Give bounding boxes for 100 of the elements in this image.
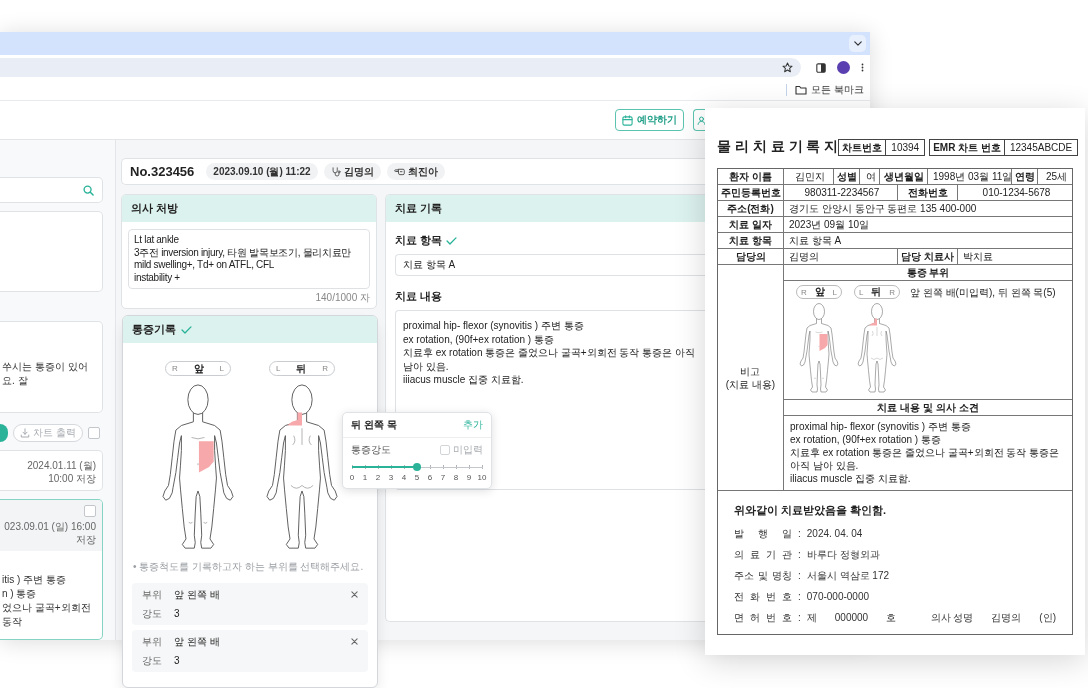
field-label: 성별 bbox=[834, 169, 860, 184]
field-value: 박치료 bbox=[962, 250, 994, 264]
calendar-icon bbox=[622, 114, 633, 126]
detail-value: 서울시 역삼로 172 bbox=[806, 569, 890, 582]
section-title: 통증 부위 bbox=[784, 265, 1072, 281]
field-value: 25세 bbox=[1044, 170, 1069, 184]
card-title: 의사 처방 bbox=[131, 201, 179, 216]
intensity-value: 3 bbox=[174, 654, 180, 667]
avatar-icon[interactable] bbox=[837, 61, 850, 74]
colon-text: : bbox=[798, 569, 801, 582]
detail-value: 2024. 04. 04 bbox=[806, 527, 863, 540]
pain-summary: 앞 왼쪽 배(미입력), 뒤 왼쪽 목(5) bbox=[910, 286, 1056, 299]
intensity-label: 통증강도 bbox=[351, 443, 391, 457]
site-label: 부위 bbox=[142, 588, 162, 601]
scale-label: 1 bbox=[361, 473, 369, 482]
pain-area bbox=[198, 441, 214, 473]
findings-text: proximal hip- flexor (synovitis ) 주변 통증 ex rotation, (90f+ex rotation ) 통증 치료후 ex rotation 통증은 줄었으나 굴곡+외회전 동작 통증은 아직 남아 있음. iliacus muscle 집중 치료함. bbox=[789, 420, 1061, 486]
field-label: 치료 항목 bbox=[395, 234, 442, 248]
history-card[interactable]: 2024.01.11 (월) 10:00 저장 bbox=[0, 450, 103, 491]
detail-label: 면 허 번 호 bbox=[734, 611, 792, 624]
memo-field[interactable] bbox=[0, 211, 103, 292]
person-button[interactable] bbox=[693, 109, 705, 131]
colon-text: : bbox=[798, 527, 801, 540]
site-value: 앞 왼쪽 배 bbox=[174, 588, 220, 601]
side-panel-icon[interactable] bbox=[816, 62, 826, 73]
checkbox[interactable] bbox=[84, 505, 96, 517]
field-value: 치료 항목 A bbox=[788, 234, 843, 248]
search-icon[interactable] bbox=[83, 184, 94, 196]
view-toggle[interactable]: L 뒤 R bbox=[854, 285, 900, 299]
detail-value: 070-000-0000 bbox=[806, 590, 870, 603]
field-label: 연령 bbox=[1012, 169, 1038, 184]
tab-list-button[interactable] bbox=[849, 35, 866, 52]
remove-button[interactable] bbox=[351, 638, 358, 645]
pointing-hand-icon bbox=[393, 167, 405, 176]
treatment-item-field[interactable]: 치료 항목 A bbox=[395, 254, 705, 276]
colon-text: : bbox=[798, 548, 801, 561]
checkbox-label: 미입력 bbox=[453, 443, 483, 457]
scale-label: 2 bbox=[374, 473, 382, 482]
field-value: 010-1234-5678 bbox=[981, 186, 1052, 200]
scale-label: 0 bbox=[348, 473, 356, 482]
history-card[interactable]: 023.09.01 (일) 16:00 저장 itis ) 주변 통증 n ) 통증 었으나 굴곡+외회전 동작 bbox=[0, 499, 103, 640]
close-icon bbox=[351, 638, 358, 645]
signer-label: 의사 성명 bbox=[930, 611, 974, 624]
scale-label: 6 bbox=[426, 473, 434, 482]
saved-date: 023.09.01 (일) 16:00 저장 bbox=[3, 520, 96, 546]
scale-label: 3 bbox=[387, 473, 395, 482]
star-icon[interactable] bbox=[782, 62, 793, 73]
checkbox[interactable] bbox=[440, 445, 450, 455]
note-text: 쑤시는 통증이 있어요. 잘 bbox=[2, 361, 88, 386]
stethoscope-icon bbox=[330, 166, 341, 177]
scale-label: 4 bbox=[400, 473, 408, 482]
pain-area bbox=[869, 318, 877, 326]
tag-text: 2023.09.10 (월) 11:22 bbox=[213, 164, 311, 179]
field-value: 1998년 03월 11일 bbox=[928, 169, 1012, 184]
field-label: 치료 일자 bbox=[718, 217, 784, 232]
character-counter: 140/1000 자 bbox=[314, 292, 370, 304]
view-toggle[interactable]: R 앞 L bbox=[796, 285, 842, 299]
search-field[interactable] bbox=[0, 177, 103, 203]
download-icon bbox=[20, 428, 30, 438]
person-icon bbox=[697, 115, 706, 125]
field-label: 치료 내용 bbox=[395, 290, 442, 304]
scale-label: 8 bbox=[452, 473, 460, 482]
id-value: 12345ABCDE bbox=[1008, 140, 1074, 155]
hint-text: • 통증척도를 기록하고자 하는 부위를 선택해주세요. bbox=[132, 560, 365, 573]
id-value: 10394 bbox=[890, 140, 921, 155]
record-number: No.323456 bbox=[130, 164, 195, 179]
slider-thumb[interactable] bbox=[413, 463, 421, 471]
folder-icon bbox=[795, 85, 808, 95]
field-label: 치료 항목 bbox=[718, 233, 784, 248]
chevron-down-icon bbox=[853, 41, 862, 46]
prescription-field[interactable]: Lt lat ankle 3주전 inversion injury, 타원 발목보조기, 물리치료만 mild swelling+, Td+ on ATFL, CFL instability + bbox=[128, 229, 370, 289]
pain-area bbox=[287, 412, 302, 426]
colon-text: : bbox=[798, 590, 801, 603]
id-label: EMR 차트 번호 bbox=[930, 139, 1005, 155]
intensity-slider[interactable] bbox=[352, 463, 483, 471]
seal-text: (인) bbox=[1039, 611, 1056, 624]
card-title: 치료 기록 bbox=[395, 201, 443, 216]
record-text: itis ) 주변 통증 n ) 통증 었으나 굴곡+외회전 동작 bbox=[1, 573, 92, 629]
view-toggle[interactable]: L 뒤 R bbox=[269, 361, 335, 376]
field-label: 담당 치료사 bbox=[898, 249, 958, 264]
detail-label: 발 행 일 bbox=[734, 527, 792, 540]
more-icon[interactable] bbox=[861, 62, 864, 73]
site-value: 앞 왼쪽 배 bbox=[174, 635, 220, 648]
view-toggle[interactable]: R 앞 L bbox=[165, 361, 231, 376]
section-title: 치료 내용 및 의사 소견 bbox=[784, 400, 1072, 416]
bookmarks-folder[interactable]: 모든 북마크 bbox=[795, 83, 864, 97]
close-icon bbox=[351, 591, 358, 598]
field-label: 생년월일 bbox=[880, 169, 928, 184]
scale-label: 5 bbox=[413, 473, 421, 482]
id-label: 차트번호 bbox=[839, 139, 887, 155]
scale-label: 7 bbox=[439, 473, 447, 482]
checkbox[interactable] bbox=[87, 427, 100, 439]
field-value: 김민지 bbox=[784, 169, 834, 184]
site-label: 부위 bbox=[142, 635, 162, 648]
field-value: 경기도 안양시 동안구 동편로 135 400-000 bbox=[788, 202, 978, 216]
remove-button[interactable] bbox=[351, 591, 358, 598]
detail-value: 호 bbox=[886, 611, 897, 624]
detail-value: 바루다 정형외과 bbox=[806, 548, 880, 561]
field-value: 여 bbox=[860, 169, 880, 184]
action-button[interactable] bbox=[0, 424, 8, 442]
